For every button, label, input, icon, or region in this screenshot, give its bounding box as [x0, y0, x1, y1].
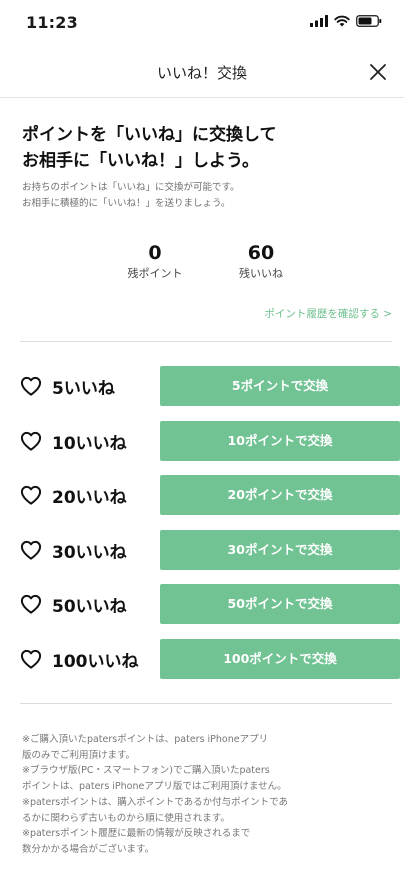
status-icons: [310, 15, 382, 27]
note-line: 版のみでご利用頂けます。: [22, 749, 136, 761]
exchange-row-5: 5いいね 5ポイントで交換: [0, 366, 404, 406]
close-button[interactable]: [362, 56, 394, 88]
heart-icon: [20, 540, 42, 560]
signal-icon: [310, 15, 328, 27]
exchange-button-100[interactable]: 100ポイントで交換: [160, 639, 400, 679]
exchange-row-50: 50いいね 50ポイントで交換: [0, 584, 404, 624]
exchange-likes-label: 20いいね: [52, 488, 127, 508]
heart-icon: [20, 649, 42, 669]
note-line: ※ブラウザ版(PC・スマートフォン)でご購入頂いたpaters: [22, 765, 270, 777]
exchange-likes-label: 5いいね: [52, 379, 115, 399]
heart-icon: [20, 594, 42, 614]
exchange-button-10[interactable]: 10ポイントで交換: [160, 421, 400, 461]
header-bar: いいね！交換: [0, 46, 404, 98]
exchange-likes-label: 50いいね: [52, 597, 127, 617]
note-line: 数分かかる場合がございます。: [22, 843, 155, 855]
exchange-row-10: 10いいね 10ポイントで交換: [0, 421, 404, 461]
wifi-icon: [334, 15, 350, 27]
heart-icon: [20, 376, 42, 396]
intro-desc-line2: お相手に積極的に「いいね！」を送りましょう。: [22, 198, 231, 209]
exchange-likes-label: 100いいね: [52, 652, 139, 672]
intro-desc-line1: お持ちのポイントは「いいね」に交換が可能です。: [22, 182, 240, 193]
intro-heading-line2: お相手に「いいね！」しよう。: [22, 151, 259, 171]
note-line: ※ご購入頂いたpatersポイントは、paters iPhoneアプリ: [22, 734, 269, 745]
remaining-points-stat: 0 残ポイント: [110, 240, 200, 282]
heart-icon: [20, 485, 42, 505]
status-time: 11:23: [26, 13, 78, 32]
remaining-likes-value: 60: [247, 242, 275, 264]
remaining-likes-stat: 60 残いいね: [216, 240, 306, 282]
note-line: ※patersポイントは、購入ポイントであるか付与ポイントであ: [22, 796, 289, 808]
exchange-button-30[interactable]: 30ポイントで交換: [160, 530, 400, 570]
note-line: るかに関わらず古いものから順に使用されます。: [22, 812, 230, 824]
intro-description: お持ちのポイントは「いいね」に交換が可能です。 お相手に積極的に「いいね！」を送…: [22, 180, 392, 212]
exchange-button-5[interactable]: 5ポイントで交換: [160, 366, 400, 406]
remaining-points-label: 残ポイント: [127, 267, 183, 280]
exchange-likes-label: 10いいね: [52, 434, 127, 454]
exchange-button-20[interactable]: 20ポイントで交換: [160, 475, 400, 515]
divider: [20, 703, 392, 704]
heart-icon: [20, 431, 42, 451]
exchange-row-20: 20いいね 20ポイントで交換: [0, 475, 404, 515]
notes: ※ご購入頂いたpatersポイントは、paters iPhoneアプリ 版のみで…: [22, 732, 392, 858]
exchange-row-30: 30いいね 30ポイントで交換: [0, 530, 404, 570]
status-bar: 11:23: [0, 0, 404, 46]
intro-heading: ポイントを「いいね」に交換して お相手に「いいね！」しよう。: [22, 122, 382, 174]
exchange-likes-label: 30いいね: [52, 543, 127, 563]
point-history-link[interactable]: ポイント履歴を確認する >: [264, 306, 392, 321]
intro-heading-line1: ポイントを「いいね」に交換して: [22, 125, 277, 145]
close-icon: [370, 64, 386, 80]
note-line: ※patersポイント履歴に最新の情報が反映されるまで: [22, 828, 251, 840]
exchange-button-50[interactable]: 50ポイントで交換: [160, 584, 400, 624]
page-title: いいね！交換: [156, 64, 247, 82]
remaining-likes-label: 残いいね: [239, 267, 283, 280]
battery-icon: [356, 15, 382, 27]
remaining-points-value: 0: [148, 242, 162, 264]
divider: [20, 341, 392, 342]
note-line: ポイントは、paters iPhoneアプリ版ではご利用頂けません。: [22, 781, 287, 793]
exchange-row-100: 100いいね 100ポイントで交換: [0, 639, 404, 679]
